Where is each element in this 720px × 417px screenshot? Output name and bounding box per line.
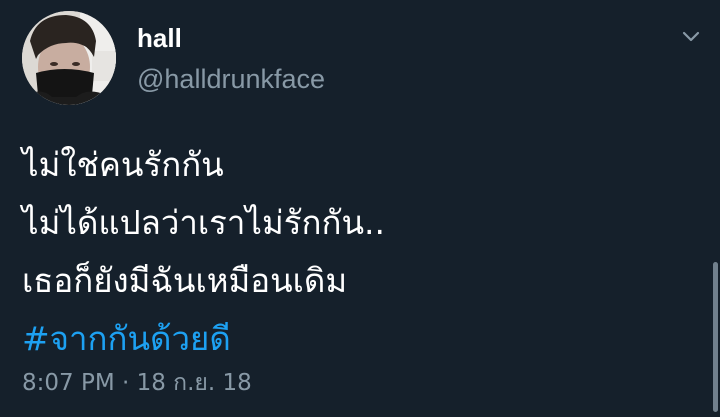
chevron-down-icon[interactable]: [676, 24, 706, 50]
profile-photo: [22, 11, 116, 105]
tweet-card: hall @halldrunkface ไม่ใช่คนรักกัน ไม่ได…: [0, 0, 720, 417]
avatar[interactable]: [22, 11, 116, 105]
scrollbar-thumb[interactable]: [713, 262, 718, 412]
tweet-line: เธอก็ยังมีฉันเหมือนเดิม: [22, 261, 348, 300]
tweet-timestamp[interactable]: 8:07 PM · 18 ก.ย. 18: [22, 366, 252, 400]
tweet-line: ไม่ใช่คนรักกัน: [22, 145, 224, 184]
display-name[interactable]: hall: [137, 22, 182, 54]
hashtag-link[interactable]: #จากกันด้วยดี: [22, 310, 682, 368]
tweet-text: ไม่ใช่คนรักกัน ไม่ได้แปลว่าเราไม่รักกัน.…: [22, 136, 682, 368]
tweet-line: ไม่ได้แปลว่าเราไม่รักกัน..: [22, 203, 385, 242]
user-handle[interactable]: @halldrunkface: [137, 63, 325, 95]
